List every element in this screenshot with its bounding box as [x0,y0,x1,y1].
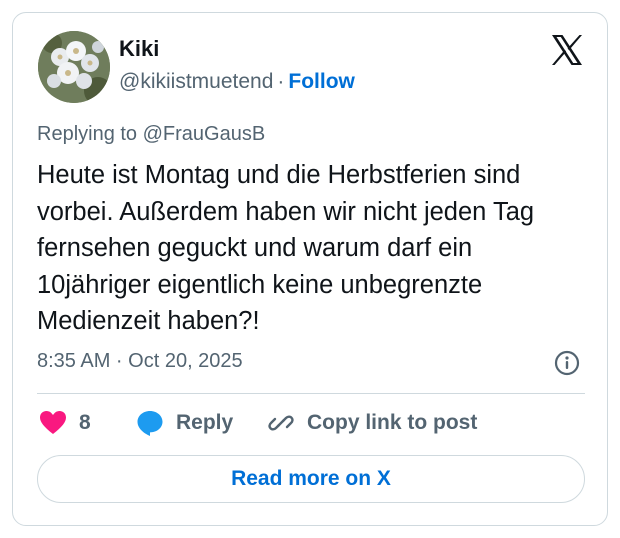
author-name[interactable]: Kiki [119,36,159,62]
divider [37,393,585,394]
handle-row: @kikiistmuetend · Follow [119,70,355,94]
follow-link[interactable]: Follow [288,70,355,93]
reply-label: Reply [176,411,234,434]
copy-link-label: Copy link to post [307,411,478,434]
copy-link-button[interactable]: Copy link to post [267,406,477,440]
like-count: 8 [79,411,91,434]
heart-icon [40,411,66,434]
speech-bubble-icon [137,411,163,436]
info-icon[interactable] [554,350,580,376]
replying-to[interactable]: Replying to @FrauGausB [37,123,265,146]
reply-button[interactable]: Reply [136,406,233,440]
avatar[interactable] [38,31,110,103]
flower-avatar-icon [38,31,110,103]
author-handle[interactable]: @kikiistmuetend [119,70,273,93]
like-button[interactable]: 8 [39,406,91,440]
x-logo-icon[interactable] [550,33,584,67]
link-icon [268,415,294,431]
post-timestamp[interactable]: 8:35 AM · Oct 20, 2025 [37,350,243,373]
post-text: Heute ist Montag und die Herbstferien si… [37,161,535,335]
embedded-post-card: Kiki @kikiistmuetend · Follow Replying to … [12,12,608,526]
separator-dot: · [277,70,285,93]
read-more-button[interactable]: Read more on X [37,455,585,503]
